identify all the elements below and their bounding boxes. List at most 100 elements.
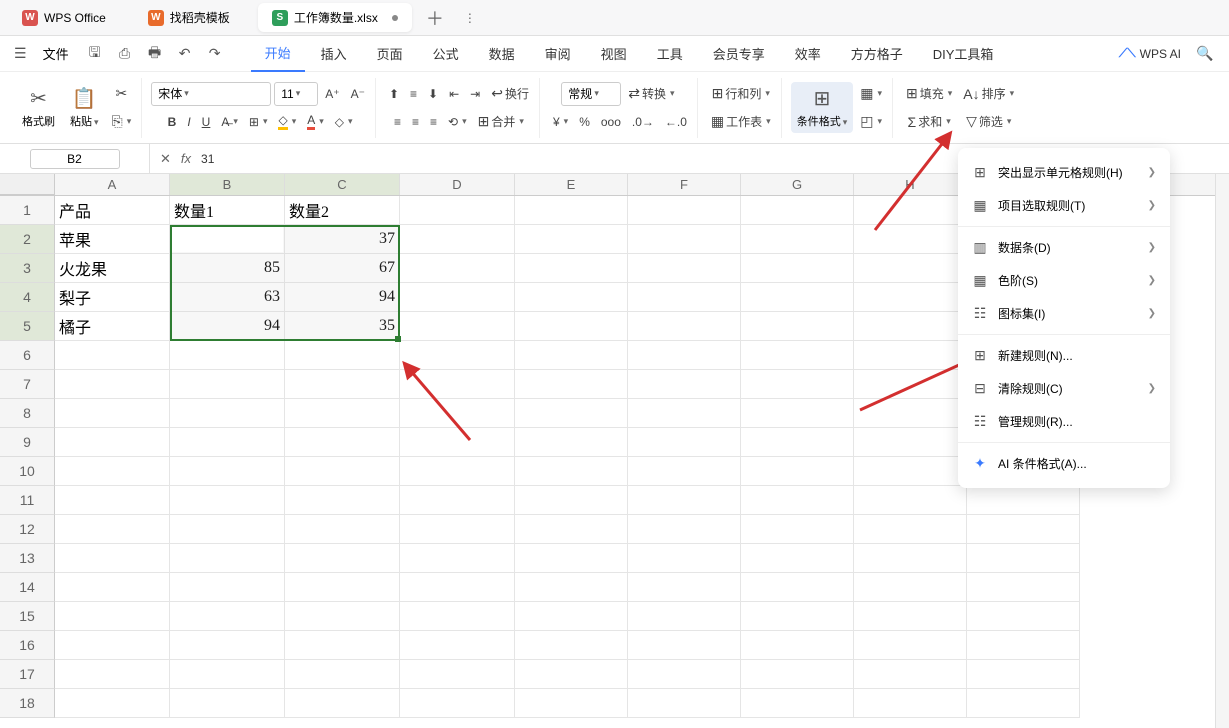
align-center-button[interactable]: ≡ [408,113,423,131]
title-tab-2[interactable]: S工作簿数量.xlsx [258,3,412,32]
convert-button[interactable]: ⇄转换 [624,83,678,104]
wps-ai-button[interactable]: ⟋⟍ WPS AI [1119,46,1181,61]
cell-D17[interactable] [400,660,515,689]
cell-E5[interactable] [515,312,628,341]
cell-G1[interactable] [741,196,854,225]
menu-tab-数据[interactable]: 数据 [475,36,529,71]
cell-H13[interactable] [854,544,967,573]
fill-color-button[interactable]: ◇ [274,111,300,132]
row-header-3[interactable]: 3 [0,254,55,283]
cell-B14[interactable] [170,573,285,602]
formula-value[interactable]: 31 [201,152,214,166]
cell-B2[interactable]: 31 [170,225,285,254]
filter-button[interactable]: ▽筛选 [962,111,1015,132]
cell-D8[interactable] [400,399,515,428]
cell-A1[interactable]: 产品 [55,196,170,225]
menu-item-0[interactable]: ⊞突出显示单元格规则(H)❯ [958,156,1170,189]
cell-I18[interactable] [967,689,1080,718]
cell-G12[interactable] [741,515,854,544]
cell-H5[interactable] [854,312,967,341]
cell-F1[interactable] [628,196,741,225]
copy-button[interactable]: ⎘ [108,111,136,132]
cell-C14[interactable] [285,573,400,602]
cell-H8[interactable] [854,399,967,428]
cell-C6[interactable] [285,341,400,370]
cell-H1[interactable] [854,196,967,225]
cell-H9[interactable] [854,428,967,457]
cell-E13[interactable] [515,544,628,573]
cell-C8[interactable] [285,399,400,428]
strikethrough-button[interactable]: A̶ [217,113,242,131]
menu-tab-页面[interactable]: 页面 [363,36,417,71]
underline-button[interactable]: U [198,113,215,131]
cell-D4[interactable] [400,283,515,312]
col-header-F[interactable]: F [628,174,741,195]
cell-B13[interactable] [170,544,285,573]
align-top-button[interactable]: ⬆ [385,85,403,103]
decrease-font-button[interactable]: A⁻ [347,85,369,103]
search-icon[interactable]: 🔍 [1193,42,1217,66]
cell-G6[interactable] [741,341,854,370]
cancel-icon[interactable]: ✕ [160,151,171,167]
cell-C11[interactable] [285,486,400,515]
cell-C10[interactable] [285,457,400,486]
cell-B6[interactable] [170,341,285,370]
col-header-A[interactable]: A [55,174,170,195]
title-tab-1[interactable]: W找稻壳模板 [134,3,254,32]
row-header-6[interactable]: 6 [0,341,55,370]
number-format-select[interactable]: 常规 [561,82,621,106]
cell-D18[interactable] [400,689,515,718]
cell-E3[interactable] [515,254,628,283]
cell-C2[interactable]: 37 [285,225,400,254]
add-tab-button[interactable]: ＋ [416,5,454,31]
row-header-13[interactable]: 13 [0,544,55,573]
cell-H17[interactable] [854,660,967,689]
row-header-2[interactable]: 2 [0,225,55,254]
cell-A11[interactable] [55,486,170,515]
col-header-G[interactable]: G [741,174,854,195]
cell-A17[interactable] [55,660,170,689]
row-header-15[interactable]: 15 [0,602,55,631]
cell-F14[interactable] [628,573,741,602]
name-box-input[interactable] [30,149,120,169]
increase-font-button[interactable]: A⁺ [321,85,343,103]
menu-item-3[interactable]: ▥数据条(D)❯ [958,231,1170,264]
paste-button[interactable]: 📋 粘贴 [64,82,105,133]
cell-B11[interactable] [170,486,285,515]
cell-E12[interactable] [515,515,628,544]
cell-F7[interactable] [628,370,741,399]
cell-G11[interactable] [741,486,854,515]
format-brush-button[interactable]: ✂ 格式刷 [16,82,61,133]
cell-D2[interactable] [400,225,515,254]
menu-tab-会员专享[interactable]: 会员专享 [699,36,779,71]
decrease-indent-button[interactable]: ⇤ [445,85,463,103]
cell-F13[interactable] [628,544,741,573]
cell-H15[interactable] [854,602,967,631]
orientation-button[interactable]: ⟲ [444,113,471,131]
percent-button[interactable]: % [575,113,594,131]
cell-F5[interactable] [628,312,741,341]
clear-format-button[interactable]: ◇ [331,113,357,131]
cell-E10[interactable] [515,457,628,486]
row-header-18[interactable]: 18 [0,689,55,718]
export-icon[interactable]: ⎙ [113,42,137,66]
italic-button[interactable]: I [183,113,194,131]
cell-E6[interactable] [515,341,628,370]
cell-F6[interactable] [628,341,741,370]
cell-B18[interactable] [170,689,285,718]
menu-tab-效率[interactable]: 效率 [781,36,835,71]
cell-H11[interactable] [854,486,967,515]
cell-D7[interactable] [400,370,515,399]
cell-G16[interactable] [741,631,854,660]
cell-D12[interactable] [400,515,515,544]
cell-D9[interactable] [400,428,515,457]
align-middle-button[interactable]: ≡ [406,85,421,103]
cell-B8[interactable] [170,399,285,428]
cell-A15[interactable] [55,602,170,631]
cell-F2[interactable] [628,225,741,254]
increase-decimal-button[interactable]: .0→ [628,113,658,131]
col-header-B[interactable]: B [170,174,285,195]
merge-button[interactable]: ⊞合并 [474,111,528,132]
cell-C3[interactable]: 67 [285,254,400,283]
cell-G15[interactable] [741,602,854,631]
